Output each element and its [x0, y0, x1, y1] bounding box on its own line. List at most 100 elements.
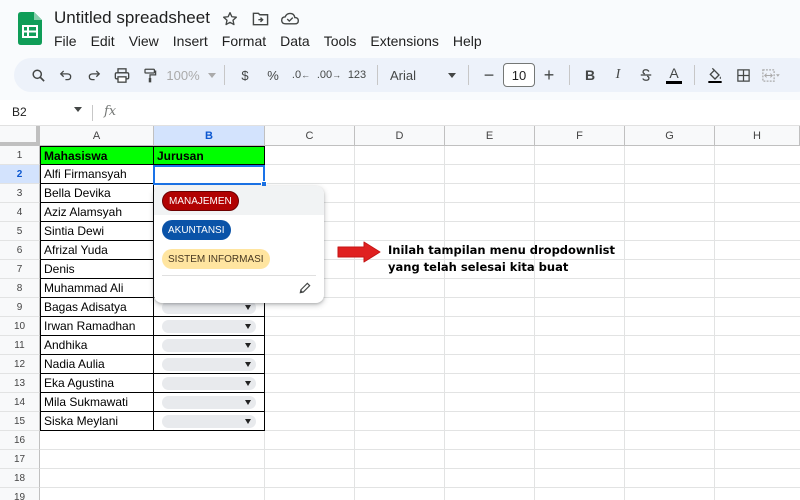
italic-button[interactable]: I — [604, 62, 632, 88]
undo-icon[interactable] — [52, 62, 80, 88]
row-header-14[interactable]: 14 — [0, 393, 40, 412]
menu-help[interactable]: Help — [446, 32, 489, 50]
cell-b10[interactable] — [154, 317, 265, 336]
row-header-11[interactable]: 11 — [0, 336, 40, 355]
sheets-logo-icon[interactable] — [18, 12, 42, 45]
menu-view[interactable]: View — [122, 32, 166, 50]
row-header-8[interactable]: 8 — [0, 279, 40, 298]
merge-cells-icon[interactable] — [757, 62, 785, 88]
row-header-15[interactable]: 15 — [0, 412, 40, 431]
decrease-font-size-button[interactable]: − — [475, 62, 503, 88]
dropdown-chip[interactable] — [162, 320, 256, 333]
column-header-f[interactable]: F — [535, 126, 625, 146]
column-header-b[interactable]: B — [154, 126, 265, 146]
cell-a11[interactable]: Andhika — [40, 336, 154, 355]
menu-tools[interactable]: Tools — [317, 32, 364, 50]
cell-a8[interactable]: Muhammad Ali — [40, 279, 154, 298]
star-icon[interactable] — [220, 9, 240, 29]
currency-button[interactable]: $ — [231, 62, 259, 88]
cell-a6[interactable]: Afrizal Yuda — [40, 241, 154, 260]
cell-a12[interactable]: Nadia Aulia — [40, 355, 154, 374]
cell-a10[interactable]: Irwan Ramadhan — [40, 317, 154, 336]
borders-icon[interactable] — [729, 62, 757, 88]
print-icon[interactable] — [108, 62, 136, 88]
dropdown-option-akuntansi[interactable]: AKUNTANSI — [162, 220, 231, 240]
cell-b11[interactable] — [154, 336, 265, 355]
row-header-2[interactable]: 2 — [0, 165, 40, 184]
increase-font-size-button[interactable]: + — [535, 62, 563, 88]
row-header-12[interactable]: 12 — [0, 355, 40, 374]
cell-a4[interactable]: Aziz Alamsyah — [40, 203, 154, 222]
cell-a5[interactable]: Sintia Dewi — [40, 222, 154, 241]
cell-a3[interactable]: Bella Devika — [40, 184, 154, 203]
percent-button[interactable]: % — [259, 62, 287, 88]
cell-b12[interactable] — [154, 355, 265, 374]
column-header-g[interactable]: G — [625, 126, 715, 146]
number-format-button[interactable]: 123 — [343, 62, 371, 88]
name-box[interactable]: B2 — [12, 105, 27, 119]
edit-pencil-icon[interactable] — [298, 281, 312, 295]
row-header-3[interactable]: 3 — [0, 184, 40, 203]
search-menus-icon[interactable] — [24, 62, 52, 88]
row-header-18[interactable]: 18 — [0, 469, 40, 488]
fill-color-icon[interactable] — [701, 62, 729, 88]
column-header-h[interactable]: H — [715, 126, 800, 146]
cell-b1[interactable]: Jurusan — [154, 146, 265, 165]
cell-b14[interactable] — [154, 393, 265, 412]
column-header-d[interactable]: D — [355, 126, 445, 146]
sheet-grid[interactable]: A B C D E F G H 1 2 3 4 5 6 7 8 9 10 11 … — [0, 126, 800, 500]
column-header-a[interactable]: A — [40, 126, 154, 146]
column-header-c[interactable]: C — [265, 126, 355, 146]
dropdown-chip[interactable] — [162, 377, 256, 390]
cell-a13[interactable]: Eka Agustina — [40, 374, 154, 393]
cell-a14[interactable]: Mila Sukmawati — [40, 393, 154, 412]
cell-a2[interactable]: Alfi Firmansyah — [40, 165, 154, 184]
row-header-5[interactable]: 5 — [0, 222, 40, 241]
row-header-16[interactable]: 16 — [0, 431, 40, 450]
row-header-19[interactable]: 19 — [0, 488, 40, 500]
menu-format[interactable]: Format — [215, 32, 273, 50]
dropdown-option-sistem-informasi[interactable]: SISTEM INFORMASI — [162, 249, 270, 269]
row-header-7[interactable]: 7 — [0, 260, 40, 279]
menu-extensions[interactable]: Extensions — [363, 32, 445, 50]
cloud-saved-icon[interactable] — [280, 9, 300, 29]
cell-a7[interactable]: Denis — [40, 260, 154, 279]
menu-file[interactable]: File — [47, 32, 84, 50]
row-header-6[interactable]: 6 — [0, 241, 40, 260]
bold-button[interactable]: B — [576, 62, 604, 88]
dropdown-chip[interactable] — [162, 339, 256, 352]
row-header-4[interactable]: 4 — [0, 203, 40, 222]
cell-b15[interactable] — [154, 412, 265, 431]
dropdown-chip[interactable] — [162, 415, 256, 428]
move-folder-icon[interactable] — [250, 9, 270, 29]
document-title[interactable]: Untitled spreadsheet — [54, 8, 210, 28]
row-header-10[interactable]: 10 — [0, 317, 40, 336]
cell-a15[interactable]: Siska Meylani — [40, 412, 154, 431]
zoom-select[interactable]: 100% — [164, 62, 218, 88]
cell-a9[interactable]: Bagas Adisatya — [40, 298, 154, 317]
dropdown-option-manajemen[interactable]: MANAJEMEN — [162, 191, 239, 211]
paint-format-icon[interactable] — [136, 62, 164, 88]
strikethrough-icon[interactable] — [632, 62, 660, 88]
cell-a1[interactable]: Mahasiswa — [40, 146, 154, 165]
row-header-17[interactable]: 17 — [0, 450, 40, 469]
font-size-input[interactable]: 10 — [503, 63, 535, 87]
row-header-9[interactable]: 9 — [0, 298, 40, 317]
dropdown-chip[interactable] — [162, 358, 256, 371]
menu-insert[interactable]: Insert — [166, 32, 215, 50]
font-select[interactable]: Arial — [384, 62, 462, 88]
row-header-13[interactable]: 13 — [0, 374, 40, 393]
dropdown-chip[interactable] — [162, 396, 256, 409]
column-header-e[interactable]: E — [445, 126, 535, 146]
redo-icon[interactable] — [80, 62, 108, 88]
decrease-decimal-button[interactable]: .0 ← — [287, 62, 315, 88]
select-all-corner[interactable] — [0, 126, 40, 146]
row-header-1[interactable]: 1 — [0, 146, 40, 165]
menu-data[interactable]: Data — [273, 32, 317, 50]
chevron-down-icon[interactable] — [74, 107, 82, 112]
text-color-button[interactable]: A — [660, 62, 688, 88]
active-cell-b2[interactable] — [153, 165, 267, 187]
increase-decimal-button[interactable]: .00 → — [315, 62, 343, 88]
menu-edit[interactable]: Edit — [84, 32, 122, 50]
cell-b13[interactable] — [154, 374, 265, 393]
